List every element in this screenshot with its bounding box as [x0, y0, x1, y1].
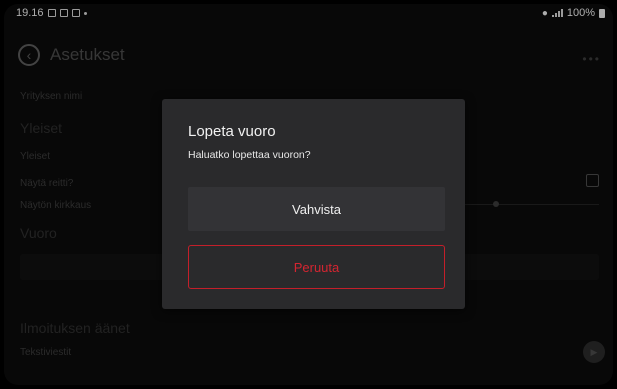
device-screen: 19.16 ● 100% ‹ Asetukset ••• Yrityksen n…	[4, 4, 613, 385]
cancel-button[interactable]: Peruuta	[188, 245, 445, 289]
dialog-message: Haluatko lopettaa vuoron?	[188, 149, 311, 161]
end-shift-dialog: Lopeta vuoro Haluatko lopettaa vuoron? V…	[162, 99, 465, 309]
dialog-title: Lopeta vuoro	[188, 123, 276, 140]
confirm-button[interactable]: Vahvista	[188, 187, 445, 231]
